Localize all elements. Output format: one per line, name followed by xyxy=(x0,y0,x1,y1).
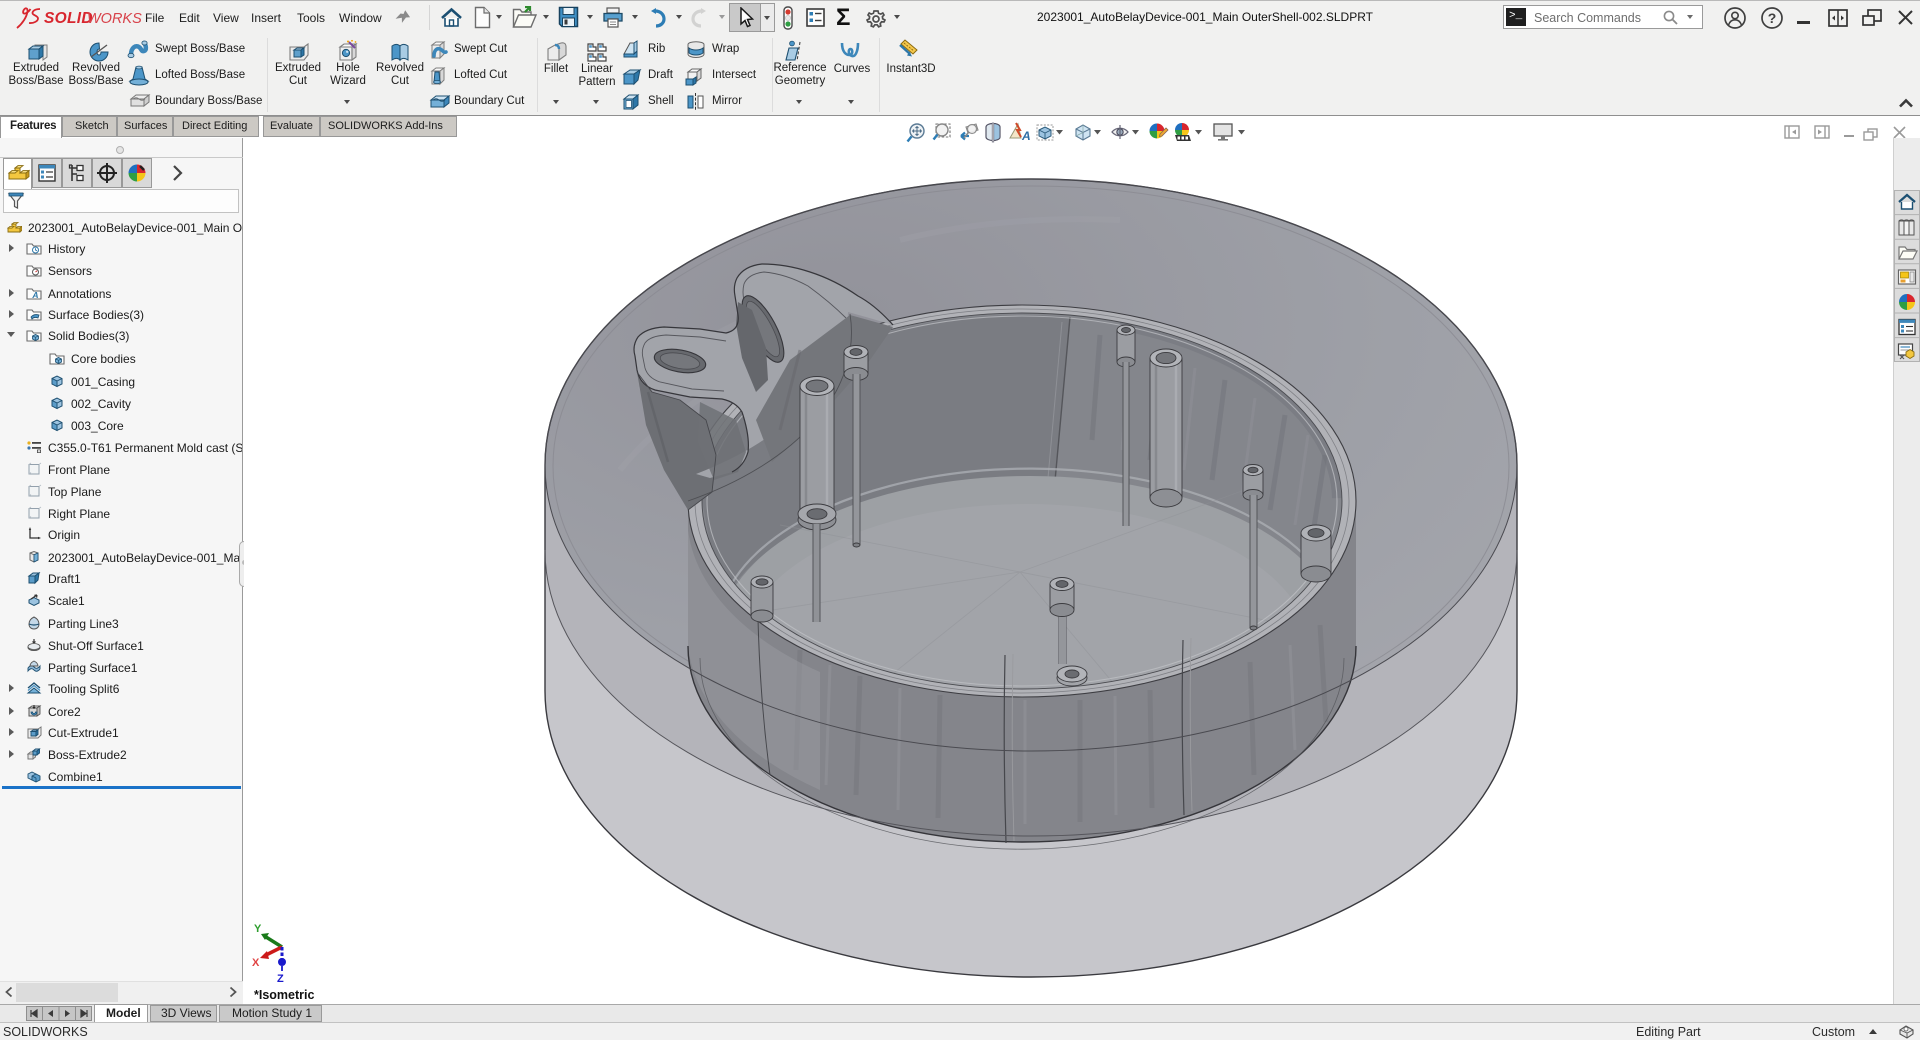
svg-text:Y: Y xyxy=(254,923,262,935)
svg-text:Z: Z xyxy=(277,973,284,985)
svg-text:X: X xyxy=(252,957,260,969)
svg-text:A: A xyxy=(31,290,38,300)
svg-text:?: ? xyxy=(1768,10,1777,26)
svg-text:A: A xyxy=(1021,129,1031,143)
svg-text:WORKS: WORKS xyxy=(87,11,142,27)
svg-text:SOLID: SOLID xyxy=(44,10,93,27)
